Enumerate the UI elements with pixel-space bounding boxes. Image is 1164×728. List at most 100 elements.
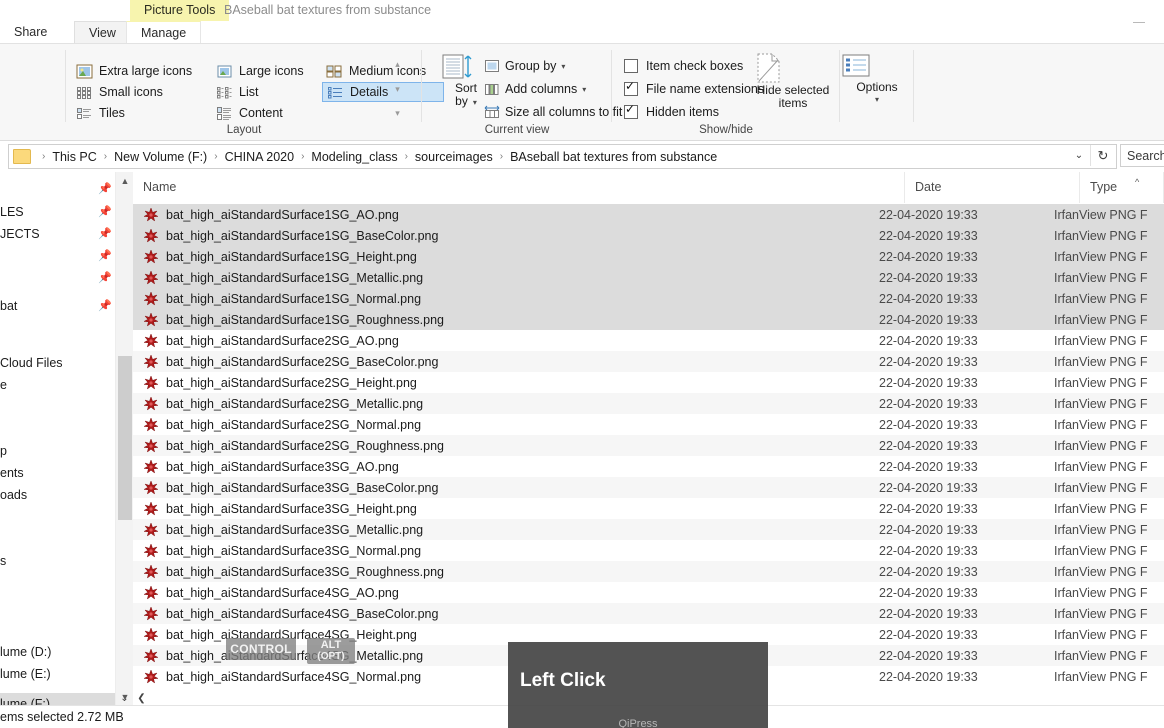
click-action-label: Left Click [520, 670, 606, 691]
checkbox-hidden-items[interactable]: Hidden items [624, 102, 719, 122]
tab-share[interactable]: Share [0, 21, 61, 44]
nav-item-18[interactable] [0, 607, 115, 628]
breadcrumb-item-china-2020[interactable]: CHINA 2020 [223, 150, 296, 164]
gallery-scroll-down-icon[interactable]: ▾ [395, 84, 400, 95]
tiles-view-icon[interactable]: ❮ [133, 690, 150, 706]
breadcrumb-item-new-volume-f[interactable]: New Volume (F:) [112, 150, 209, 164]
table-row[interactable]: bat_high_aiStandardSurface4SG_AO.png 22-0… [133, 582, 1164, 603]
tab-view[interactable]: View [74, 21, 131, 44]
nav-item-onedrive[interactable]: e [0, 374, 115, 395]
table-row[interactable]: bat_high_aiStandardSurface3SG_Height.png… [133, 498, 1164, 519]
column-header-type[interactable]: Type [1080, 172, 1164, 203]
table-row[interactable]: bat_high_aiStandardSurface2SG_Normal.png… [133, 414, 1164, 435]
nav-item-videos[interactable]: s [0, 550, 115, 571]
png-image-file-icon [143, 479, 159, 496]
table-row[interactable]: bat_high_aiStandardSurface1SG_Normal.png… [133, 288, 1164, 309]
layout-large-icons[interactable]: Large icons [212, 61, 322, 81]
group-by-icon [484, 59, 500, 73]
table-row[interactable]: bat_high_aiStandardSurface1SG_Metallic.p… [133, 267, 1164, 288]
table-row[interactable]: bat_high_aiStandardSurface3SG_Roughness.… [133, 561, 1164, 582]
breadcrumb-bar[interactable]: › This PC › New Volume (F:) › CHINA 2020… [8, 144, 1117, 169]
breadcrumb-item-sourceimages[interactable]: sourceimages [413, 150, 495, 164]
chevron-down-icon[interactable]: ▾ [840, 95, 914, 104]
table-row[interactable]: bat_high_aiStandardSurface4SG_BaseColor.… [133, 603, 1164, 624]
refresh-icon[interactable]: ↻ [1090, 145, 1115, 166]
gallery-expand-icon[interactable]: ▾ [395, 108, 400, 119]
layout-tiles[interactable]: Tiles [72, 103, 212, 123]
file-type: IrfanView PNG F [1054, 228, 1148, 243]
group-by-button[interactable]: Group by ▾ [484, 56, 565, 76]
table-row[interactable]: bat_high_aiStandardSurface2SG_AO.png 22-0… [133, 330, 1164, 351]
table-row[interactable]: bat_high_aiStandardSurface2SG_Roughness.… [133, 435, 1164, 456]
medium-icons-icon [326, 64, 343, 79]
hide-selected-items-button[interactable]: Hide selected items [750, 52, 836, 110]
file-rows: bat_high_aiStandardSurface1SG_AO.png 22-0… [133, 204, 1164, 705]
layout-gallery-scroll[interactable]: ▴ ▾ ▾ [391, 59, 404, 119]
nav-item-15[interactable] [0, 528, 115, 549]
options-button[interactable]: Options ▾ [840, 52, 914, 104]
table-row[interactable]: bat_high_aiStandardSurface3SG_Normal.png… [133, 540, 1164, 561]
view-toggle-buttons[interactable]: ⌄ ❮ [116, 690, 150, 706]
navigation-pane-scrollbar[interactable]: ▲ ▼ [115, 172, 134, 705]
table-row[interactable]: bat_high_aiStandardSurface2SG_Height.png… [133, 372, 1164, 393]
layout-list[interactable]: List [212, 82, 322, 102]
nav-item-17[interactable] [0, 572, 115, 593]
chevron-up-icon[interactable]: ▲ [116, 172, 134, 189]
checkbox-box[interactable] [624, 59, 638, 73]
size-all-columns-to-fit-button[interactable]: Size all columns to fit [484, 102, 622, 122]
file-name: bat_high_aiStandardSurface2SG_AO.png [166, 333, 399, 348]
breadcrumb-item-this-pc[interactable]: This PC [50, 150, 98, 164]
tab-manage[interactable]: Manage [126, 21, 202, 44]
table-row[interactable]: bat_high_aiStandardSurface3SG_AO.png 22-0… [133, 456, 1164, 477]
table-row[interactable]: bat_high_aiStandardSurface2SG_Metallic.p… [133, 393, 1164, 414]
group-label-show-hide: Show/hide [699, 124, 753, 136]
nav-item-cloud-files[interactable]: Cloud Files [0, 352, 115, 373]
search-input[interactable]: Search [1120, 144, 1164, 167]
breadcrumb-separator: › [499, 151, 504, 162]
nav-item-new-volume-d[interactable]: lume (D:) [0, 641, 115, 662]
nav-item-9[interactable] [0, 396, 115, 417]
checkbox-item-check-boxes[interactable]: Item check boxes [624, 56, 743, 76]
file-date: 22-04-2020 19:33 [879, 270, 978, 285]
column-header-name[interactable]: Name [133, 172, 905, 203]
ribbon-group-current-view: Sort by ▾ Group by ▾ Add columns ▾ Size … [422, 44, 622, 140]
png-image-file-icon [143, 416, 159, 433]
checkbox-box[interactable] [624, 102, 638, 119]
breadcrumb-separator: › [301, 151, 305, 162]
nav-item-6[interactable] [0, 327, 115, 348]
nav-item-desktop[interactable]: p [0, 440, 115, 461]
nav-item-14[interactable] [0, 506, 115, 527]
pin-icon: 📌 [98, 206, 112, 218]
breadcrumb-item-modeling-class[interactable]: Modeling_class [309, 150, 399, 164]
scrollbar-thumb[interactable] [118, 356, 132, 520]
nav-item-10[interactable] [0, 418, 115, 439]
nav-item-documents[interactable]: ents [0, 462, 115, 483]
layout-extra-large-icons[interactable]: Extra large icons [72, 61, 212, 81]
table-row[interactable]: bat_high_aiStandardSurface1SG_Roughness.… [133, 309, 1164, 330]
layout-content[interactable]: Content [212, 103, 322, 123]
gallery-scroll-up-icon[interactable]: ▴ [395, 59, 400, 70]
table-row[interactable]: bat_high_aiStandardSurface3SG_Metallic.p… [133, 519, 1164, 540]
nav-item-new-volume-f[interactable]: lume (F:) [0, 693, 115, 705]
table-row[interactable]: bat_high_aiStandardSurface3SG_BaseColor.… [133, 477, 1164, 498]
column-header-date[interactable]: Date [905, 172, 1080, 203]
checkbox-box[interactable] [624, 79, 638, 96]
nav-item-downloads[interactable]: oads [0, 484, 115, 505]
checkbox-file-name-extensions[interactable]: File name extensions [624, 79, 764, 99]
file-name: bat_high_aiStandardSurface3SG_BaseColor.… [166, 480, 439, 495]
table-row[interactable]: bat_high_aiStandardSurface1SG_BaseColor.… [133, 225, 1164, 246]
layout-label: List [239, 85, 259, 99]
chevron-down-icon[interactable]: ⌄ [1068, 145, 1090, 166]
table-row[interactable]: bat_high_aiStandardSurface1SG_AO.png 22-0… [133, 204, 1164, 225]
add-columns-button[interactable]: Add columns ▾ [484, 79, 586, 99]
table-row[interactable]: bat_high_aiStandardSurface1SG_Height.png… [133, 246, 1164, 267]
nav-item-new-volume-e[interactable]: lume (E:) [0, 663, 115, 684]
breadcrumb-item-current-folder[interactable]: BAseball bat textures from substance [508, 150, 719, 164]
layout-label: Tiles [99, 106, 125, 120]
file-type: IrfanView PNG F [1054, 543, 1148, 558]
layout-small-icons[interactable]: Small icons [72, 82, 212, 102]
file-name: bat_high_aiStandardSurface1SG_Metallic.p… [166, 270, 424, 285]
table-row[interactable]: bat_high_aiStandardSurface2SG_BaseColor.… [133, 351, 1164, 372]
contextual-tab-picture-tools[interactable]: Picture Tools [130, 0, 230, 21]
details-view-icon[interactable]: ⌄ [116, 690, 133, 706]
